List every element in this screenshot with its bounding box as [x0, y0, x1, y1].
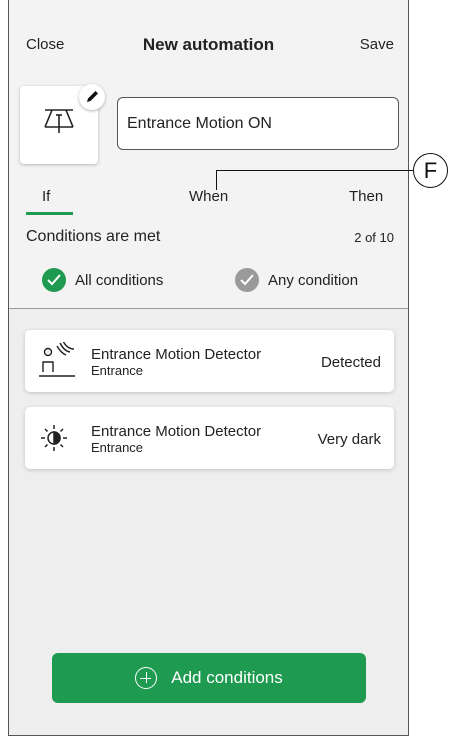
- check-circle-icon: [235, 268, 259, 292]
- check-circle-icon: [42, 268, 66, 292]
- add-conditions-button[interactable]: Add conditions: [52, 653, 366, 703]
- add-conditions-label: Add conditions: [171, 668, 283, 687]
- callout-leader-line: [216, 170, 414, 190]
- condition-card[interactable]: Entrance Motion Detector Entrance Detect…: [25, 330, 394, 392]
- edit-icon-button[interactable]: [79, 84, 105, 110]
- active-tab-indicator: [26, 212, 73, 215]
- tab-bar: If When Then: [9, 188, 408, 218]
- condition-subtitle: Entrance: [91, 363, 144, 378]
- any-condition-option[interactable]: Any condition: [235, 267, 358, 293]
- all-conditions-option[interactable]: All conditions: [42, 267, 163, 293]
- plus-circle-icon: [135, 667, 158, 689]
- tab-when[interactable]: When: [189, 188, 228, 205]
- condition-title: Entrance Motion Detector: [91, 423, 262, 440]
- condition-title: Entrance Motion Detector: [91, 346, 262, 363]
- save-button[interactable]: Save: [360, 36, 394, 53]
- ceiling-lamp-icon: [42, 106, 76, 145]
- condition-subtitle: Entrance: [91, 440, 144, 455]
- top-nav-bar: Close New automation Save: [9, 35, 408, 56]
- brightness-icon: [36, 419, 76, 462]
- condition-value: Very dark: [317, 431, 381, 448]
- automation-name-input[interactable]: [117, 97, 399, 150]
- tab-then[interactable]: Then: [349, 188, 383, 205]
- tab-if[interactable]: If: [42, 188, 50, 205]
- motion-sensor-icon: [36, 340, 78, 385]
- conditions-count: 2 of 10: [354, 230, 394, 245]
- automation-header-panel: Close New automation Save Entrance Motio…: [9, 0, 408, 309]
- condition-card[interactable]: Entrance Motion Detector Entrance Very d…: [25, 407, 394, 469]
- callout-marker: F: [413, 153, 448, 188]
- any-condition-label: Any condition: [268, 271, 359, 289]
- page-title: New automation: [142, 35, 275, 54]
- all-conditions-label: All conditions: [75, 271, 164, 289]
- condition-value: Detected: [320, 354, 381, 371]
- conditions-label: Conditions are met: [26, 228, 161, 245]
- phone-screen: Close New automation Save Entrance Motio…: [8, 0, 409, 736]
- pencil-icon: [87, 91, 98, 102]
